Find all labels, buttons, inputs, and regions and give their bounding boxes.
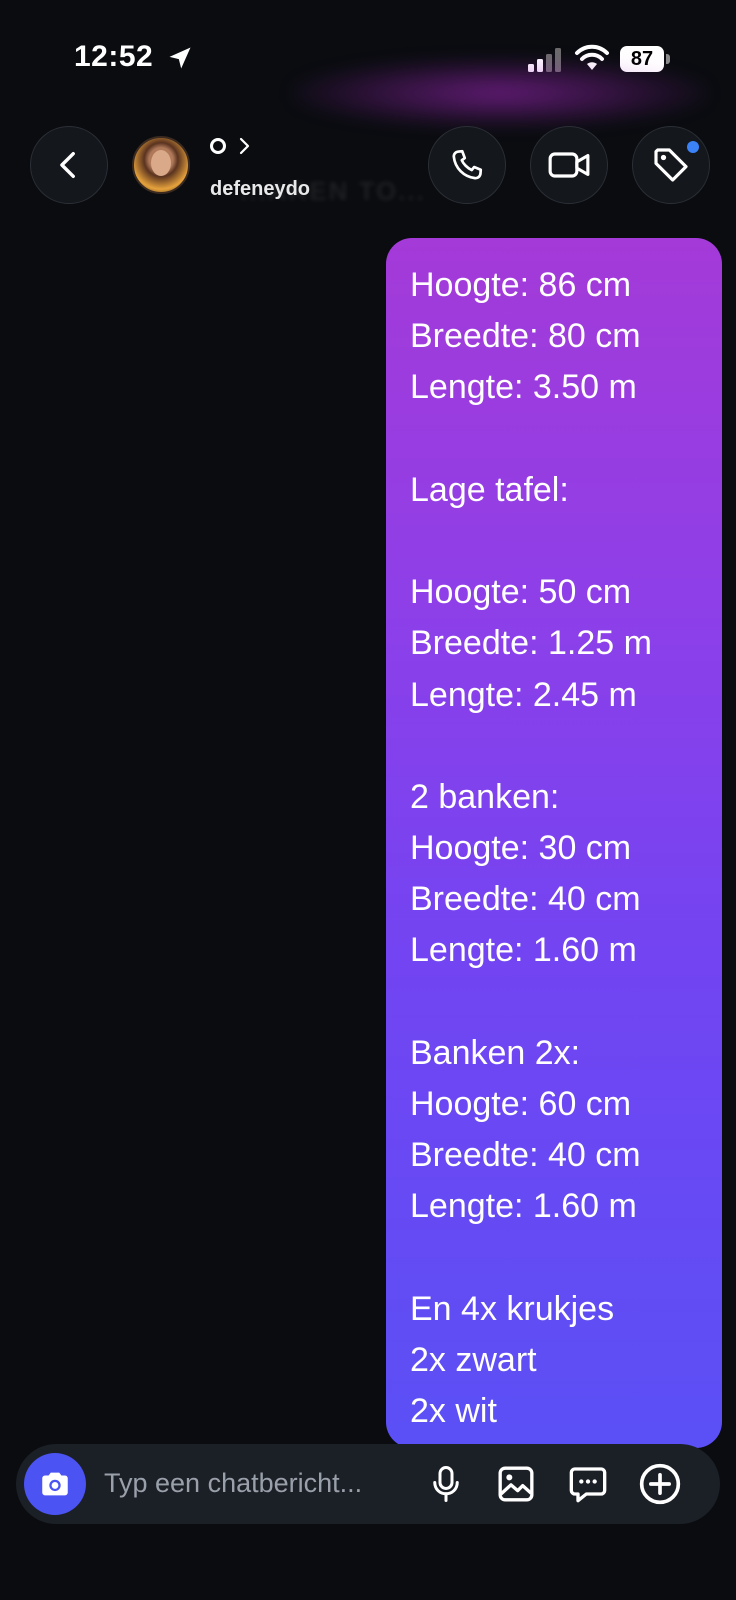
avatar[interactable] — [132, 136, 190, 194]
video-call-button[interactable] — [530, 126, 608, 204]
camera-icon — [42, 1472, 68, 1496]
message-line: Breedte: 80 cm — [410, 317, 641, 356]
message-line — [410, 1233, 708, 1284]
message-line — [410, 414, 708, 465]
avatar-face — [151, 150, 171, 176]
message-line: Banken 2x: — [410, 1033, 581, 1072]
tag-icon — [654, 148, 688, 182]
message-line: Lengte: 1.60 m — [410, 931, 637, 970]
message-line: 2x zwart — [410, 1340, 537, 1379]
message-line: Breedte: 40 cm — [410, 880, 641, 919]
status-bar: 12:52 87 — [0, 0, 736, 128]
gallery-button[interactable] — [494, 1462, 538, 1506]
video-camera-icon — [548, 152, 590, 178]
chevron-right-icon — [239, 137, 250, 155]
tag-button[interactable] — [632, 126, 710, 204]
message-line: Hoogte: 50 cm — [410, 573, 632, 612]
message-composer[interactable]: Typ een chatbericht... — [16, 1444, 720, 1524]
chat-header: ...AREN TO... defeneydo — [0, 118, 736, 218]
more-button[interactable] — [638, 1462, 682, 1506]
chevron-left-icon — [60, 151, 75, 179]
contact-username[interactable]: defeneydo — [210, 178, 310, 201]
message-line — [410, 516, 708, 567]
message-input[interactable]: Typ een chatbericht... — [104, 1468, 362, 1499]
back-button[interactable] — [30, 126, 108, 204]
message-line: Lengte: 2.45 m — [410, 675, 637, 714]
message-line — [410, 721, 708, 772]
message-line: Hoogte: 86 cm — [410, 266, 632, 304]
phone-icon — [452, 149, 483, 180]
location-arrow-icon — [169, 47, 191, 69]
message-line: Breedte: 40 cm — [410, 1136, 641, 1175]
message-line — [410, 977, 708, 1028]
message-line: Breedte: 1.25 m — [410, 624, 652, 663]
camera-button[interactable] — [24, 1453, 86, 1515]
message-line: 2x wit — [410, 1392, 497, 1431]
message-line: Lengte: 3.50 m — [410, 368, 637, 407]
notification-dot — [687, 141, 699, 153]
microphone-icon — [433, 1466, 459, 1502]
plus-circle-icon — [639, 1463, 681, 1505]
message-line: En 4x krukjes — [410, 1289, 615, 1328]
message-line: Hoogte: 60 cm — [410, 1085, 632, 1123]
message-line: Lage tafel: — [410, 470, 569, 509]
message-line: Hoogte: 30 cm — [410, 829, 632, 868]
sticker-button[interactable] — [566, 1462, 610, 1506]
message-line: Lengte: 1.60 m — [410, 1187, 637, 1226]
message-line: 2 banken: — [410, 777, 560, 816]
status-time: 12:52 — [74, 40, 154, 73]
message-bubble[interactable]: Hoogte: 86 cm Breedte: 80 cm Lengte: 3.5… — [386, 238, 722, 1448]
call-button[interactable] — [428, 126, 506, 204]
contact-name-row[interactable] — [210, 136, 252, 156]
microphone-button[interactable] — [424, 1462, 468, 1506]
story-ring-icon — [210, 138, 226, 154]
gallery-icon — [498, 1466, 534, 1502]
sticker-icon — [569, 1467, 607, 1503]
